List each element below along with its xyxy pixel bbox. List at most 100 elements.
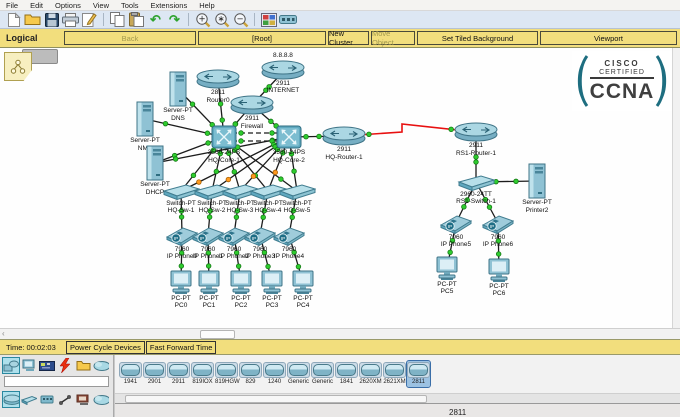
router-model-icon [311,362,334,378]
selected-category-field [4,376,109,387]
topology-canvas[interactable]: CISCO CERTIFIED CCNA 8.8.8.82911INTERNET… [0,48,680,328]
end-device-icon[interactable] [75,392,91,407]
color-palette-icon[interactable] [259,12,278,28]
palette-model-2621xm[interactable]: 2621XM [383,361,406,387]
svg-text:IP: IP [281,236,285,241]
menu-help[interactable]: Help [193,1,220,10]
switch-icon[interactable] [21,392,37,407]
device-hq-sw-5[interactable]: Switch-PTHQ-Sw-5 [252,183,342,215]
device-pc4[interactable]: PC-PTPC4 [258,270,348,310]
svg-text:∗: ∗ [217,14,224,24]
router-icon [299,126,389,146]
lightning-icon[interactable] [57,358,73,373]
custom-device-icon[interactable] [278,12,297,28]
print-icon[interactable] [61,12,80,28]
cloud-icon[interactable] [93,358,109,373]
device-rs1-router-1[interactable]: 2911RS1-Router-1 [431,122,521,157]
device-pc6[interactable]: PC-PTPC6 [454,258,544,298]
model-label: 2620XM [359,379,382,386]
copy-icon[interactable] [108,12,127,28]
canvas-vertical-scrollbar[interactable] [672,48,680,328]
palette-model-1841[interactable]: 1841 [335,361,358,387]
palette-model-generic[interactable]: Generic [311,361,334,387]
canvas-horizontal-scrollbar[interactable]: ‹ [0,328,680,339]
palette-model-2620xm[interactable]: 2620XM [359,361,382,387]
port-status-dot [296,264,301,269]
model-scrollbar[interactable] [115,393,680,403]
back-button[interactable]: Back [64,31,196,45]
activity-wizard-icon[interactable] [80,12,99,28]
new-file-icon[interactable] [4,12,23,28]
new-cluster-button[interactable]: New Cluster [328,31,369,45]
device-hq-router-1[interactable]: 2911HQ-Router-1 [299,126,389,161]
device-label: PC6 [454,290,544,298]
palette-model-2811[interactable]: 2811 [407,361,430,387]
palette-model-819hgw[interactable]: 819HGW [215,361,238,387]
simulation-time: Time: 00:02:03 [6,343,58,352]
router-icon[interactable] [3,392,19,407]
server-icon [100,101,190,137]
device-selection-area: 194129012911819IOX819HGW8291240GenericGe… [0,355,680,417]
device-label: IP Phone4 [244,253,334,261]
menu-view[interactable]: View [87,1,115,10]
palette-model-2901[interactable]: 2901 [143,361,166,387]
save-icon[interactable] [42,12,61,28]
phone-icon: IP [453,213,543,234]
router-model-icon [407,362,430,378]
menu-options[interactable]: Options [49,1,87,10]
port-status-dot [226,177,231,182]
port-status-dot [474,160,479,165]
hub-icon[interactable] [39,392,55,407]
model-label: 1841 [335,379,358,386]
menu-tools[interactable]: Tools [115,1,145,10]
power-cycle-devices-button[interactable]: Power Cycle Devices [66,341,145,354]
menu-edit[interactable]: Edit [24,1,49,10]
zoom-in-icon[interactable]: + [193,12,212,28]
palette-model-1240[interactable]: 1240 [263,361,286,387]
palette-model-829[interactable]: 829 [239,361,262,387]
category-row-2 [0,389,113,408]
device-phone6[interactable]: IP7960IP Phone6 [453,213,543,249]
fast-forward-time-button[interactable]: Fast Forward Time [146,341,217,354]
zoom-out-icon[interactable]: − [231,12,250,28]
set-tiled-background-button[interactable]: Set Tiled Background [417,31,538,45]
folder-icon[interactable] [75,358,91,373]
device-cluster-icon[interactable] [3,358,19,373]
open-folder-icon[interactable] [23,12,42,28]
palette-model-1941[interactable]: 1941 [119,361,142,387]
router-model-icon [215,362,238,378]
palette-model-2911[interactable]: 2911 [167,361,190,387]
scroll-left-arrow-icon[interactable]: ‹ [2,329,5,338]
palette-model-generic[interactable]: Generic [287,361,310,387]
move-object-button[interactable]: Move Object [371,31,415,45]
root-button[interactable]: [Root] [198,31,326,45]
cloud-icon[interactable] [93,392,109,407]
logical-mode-tab[interactable]: Logical [0,33,64,43]
scrollbar-thumb[interactable] [200,330,235,339]
model-label: Generic [287,379,310,386]
redo-icon[interactable]: ↷ [165,12,184,28]
menu-file[interactable]: File [0,1,24,10]
viewport-button[interactable]: Viewport [540,31,677,45]
menu-extensions[interactable]: Extensions [145,1,194,10]
zoom-reset-icon[interactable]: ∗ [212,12,231,28]
paste-icon[interactable] [127,12,146,28]
undo-icon[interactable]: ↶ [146,12,165,28]
logical-workspace-icon[interactable] [4,52,32,81]
hardware-icon[interactable] [39,358,55,373]
router-model-icon [119,362,142,378]
device-printer2[interactable]: Server-PTPrinter2 [492,163,582,214]
port-status-dot [496,252,501,257]
device-label: HQ-Sw-5 [252,207,342,215]
router-model-icon [239,362,262,378]
pc-icon[interactable] [21,358,37,373]
palette-model-819iox[interactable]: 819IOX [191,361,214,387]
device-phone4[interactable]: IP7960IP Phone4 [244,225,334,261]
svg-text:+: + [198,14,205,24]
connection-icon[interactable] [57,392,73,407]
toolbar-separator [254,13,255,26]
device-label: 7960 [453,234,543,242]
model-label: 819HGW [215,379,238,386]
port-status-dot [234,215,239,220]
device-label: 2911 [299,146,389,154]
